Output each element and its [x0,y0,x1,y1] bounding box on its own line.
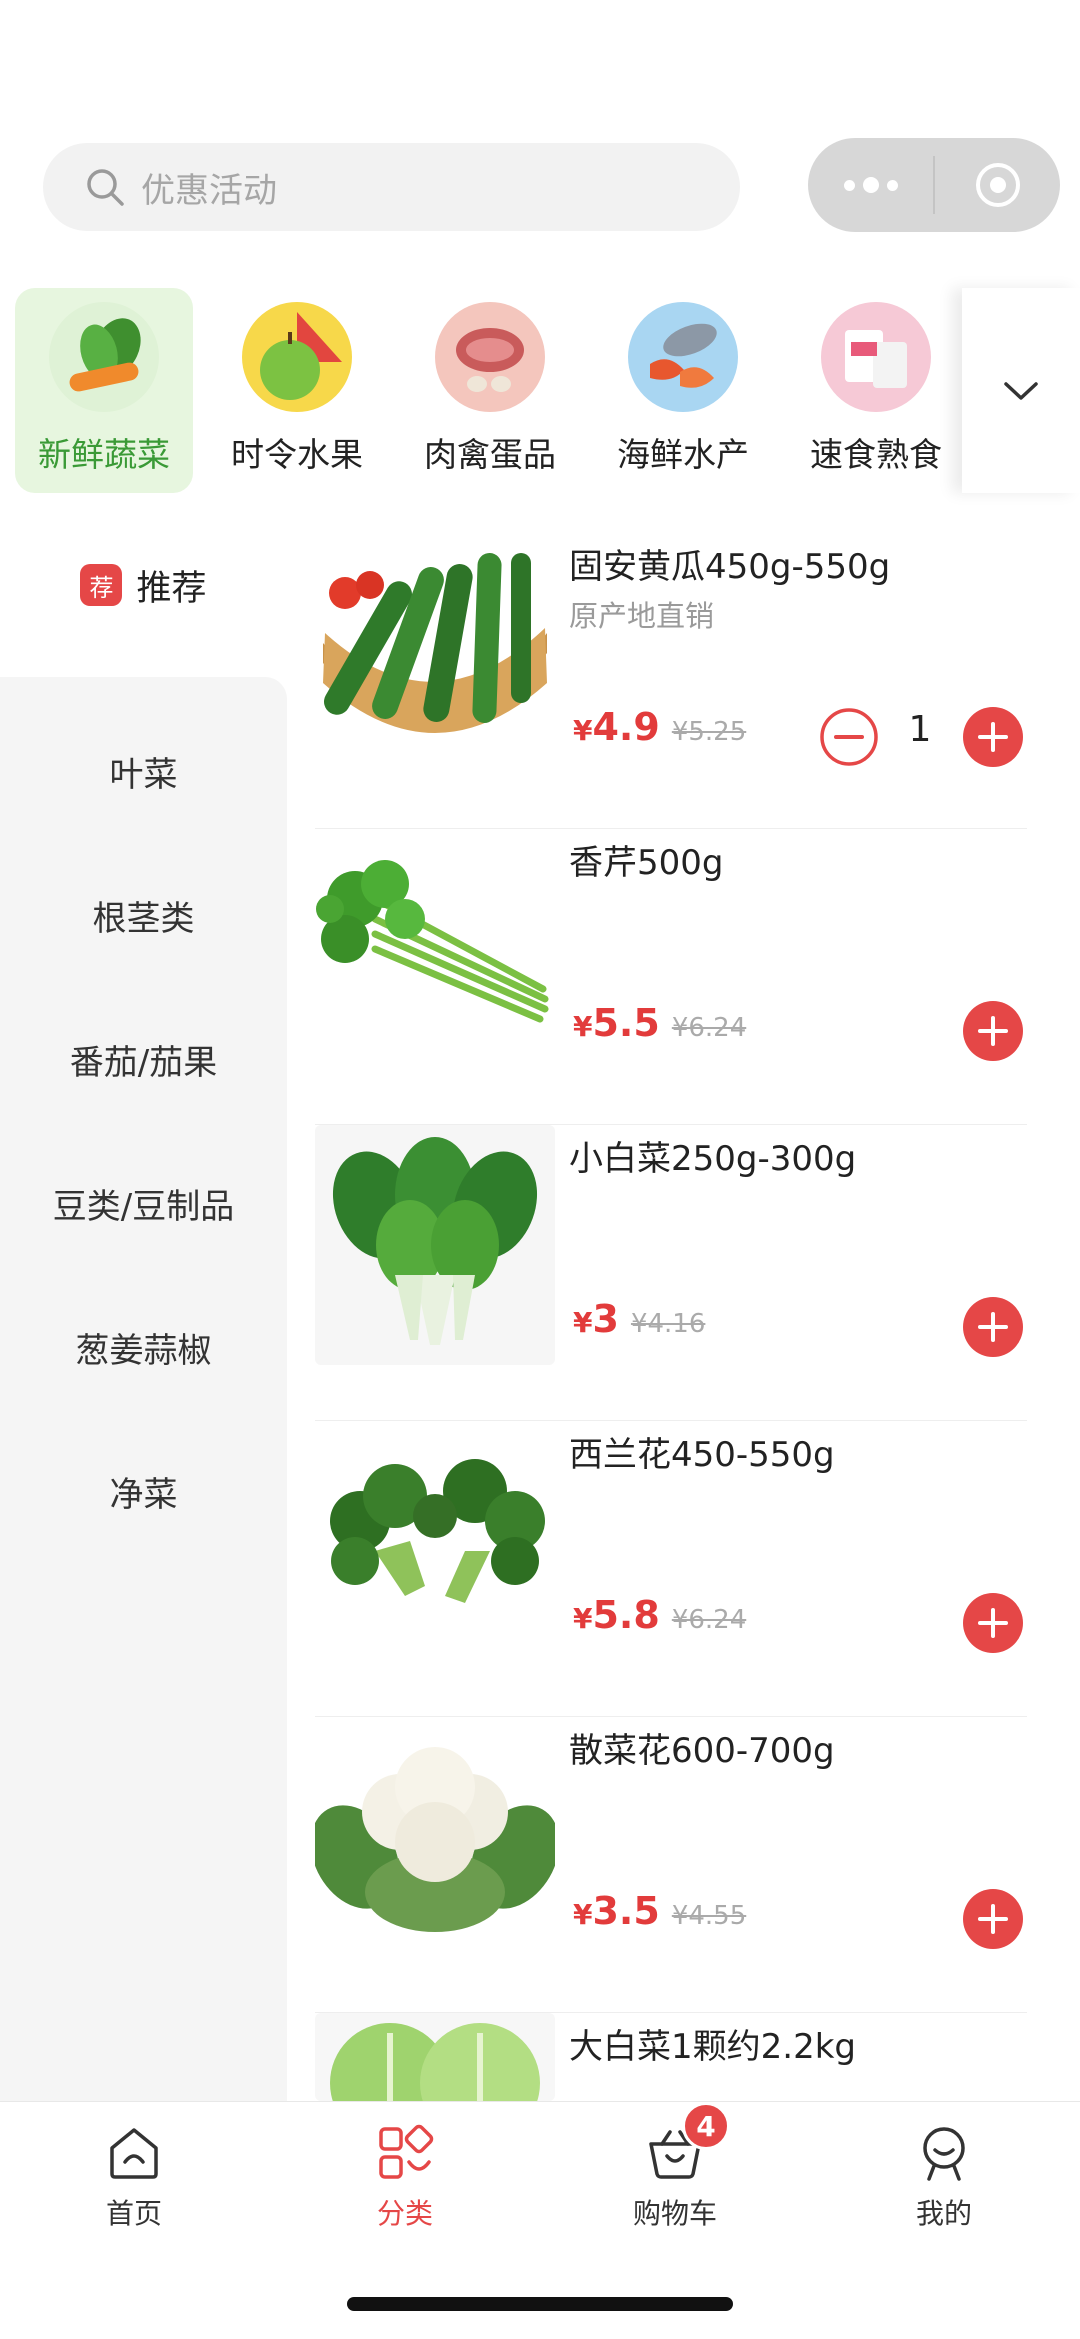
product-card[interactable]: 散菜花600-700g ¥3.5 ¥4.55 [315,1717,1027,2013]
category-label: 时令水果 [231,435,363,474]
product-price: ¥3.5 ¥4.55 [573,1889,746,1933]
search-icon [87,169,124,206]
product-name: 散菜花600-700g [569,1731,835,1771]
product-name: 大白菜1颗约2.2kg [569,2027,856,2067]
currency-symbol: ¥ [573,1898,593,1931]
ready-meals-image [821,302,931,412]
home-indicator [347,2297,733,2311]
meat-image [435,302,545,412]
product-name: 固安黄瓜450g-550g [569,547,891,587]
currency-symbol: ¥ [573,1010,593,1043]
category-label: 海鲜水产 [617,435,749,474]
original-price: ¥6.24 [671,1605,747,1635]
napa-cabbage-image [315,2013,555,2101]
currency-symbol: ¥ [573,714,593,747]
currency-symbol: ¥ [573,1602,593,1635]
category-seafood[interactable]: 海鲜水产 [594,288,772,493]
home-icon [110,2128,158,2179]
sidebar-item-recommend[interactable]: 荐 推荐 [0,493,287,677]
category-label: 肉禽蛋品 [424,435,556,474]
product-price: ¥3 ¥4.16 [573,1297,705,1341]
sidebar-list: 叶菜 根茎类 番茄/茄果 豆类/豆制品 葱姜蒜椒 净菜 [0,677,287,2101]
category-strip: 新鲜蔬菜 时令水果 肉禽蛋品 海鲜水产 速食熟食 [0,288,1080,493]
sidebar-item-tomato[interactable]: 番茄/茄果 [0,1035,287,1084]
celery-image [315,829,555,1069]
chevron-down-icon [1004,381,1038,400]
more-dots-icon [843,177,898,193]
recommend-tag: 荐 [80,564,123,606]
bok-choy-image [315,1125,555,1365]
tab-label: 分类 [376,2197,433,2230]
cauliflower-image [315,1717,555,1957]
product-card[interactable]: 小白菜250g-300g ¥3 ¥4.16 [315,1125,1027,1421]
product-name: 香芹500g [569,843,724,883]
miniprogram-capsule [808,138,1060,232]
add-to-cart-button[interactable] [963,1001,1023,1061]
add-to-cart-button[interactable] [963,1297,1023,1357]
product-price: ¥5.5 ¥6.24 [573,1001,746,1045]
category-meat-eggs[interactable]: 肉禽蛋品 [401,288,579,493]
more-button[interactable] [808,138,933,232]
search-placeholder: 优惠活动 [141,170,277,211]
product-name: 西兰花450-550g [569,1435,835,1475]
seafood-image [628,302,738,412]
category-fresh-vegetables[interactable]: 新鲜蔬菜 [15,288,193,493]
product-name: 小白菜250g-300g [569,1139,857,1179]
close-miniprogram-button[interactable] [935,138,1060,232]
add-to-cart-button[interactable] [963,1889,1023,1949]
sidebar-item-beans[interactable]: 豆类/豆制品 [0,1179,287,1228]
currency-symbol: ¥ [573,1306,593,1339]
product-card[interactable]: 香芹500g ¥5.5 ¥6.24 [315,829,1027,1125]
subcategory-sidebar: 荐 推荐 叶菜 根茎类 番茄/茄果 豆类/豆制品 葱姜蒜椒 净菜 [0,493,287,2101]
product-subtitle: 原产地直销 [569,599,715,633]
sidebar-item-leafy[interactable]: 叶菜 [0,747,287,796]
tab-profile[interactable]: 我的 [844,2124,1044,2232]
product-card[interactable]: 大白菜1颗约2.2kg [315,2013,1027,2101]
tab-label: 首页 [105,2197,162,2230]
vegetables-image [49,302,159,412]
fruits-image [242,302,352,412]
expand-categories-button[interactable] [962,288,1080,493]
original-price: ¥6.24 [671,1013,747,1043]
original-price: ¥5.25 [671,717,747,747]
target-close-icon [975,163,1020,207]
product-price: ¥5.8 ¥6.24 [573,1593,746,1637]
category-label: 速食熟食 [810,435,942,474]
broccoli-image [315,1421,555,1661]
category-ready-meals[interactable]: 速食熟食 [787,288,965,493]
tab-label: 购物车 [632,2197,717,2230]
quantity-value: 1 [908,709,932,750]
price-value: 3.5 [592,1889,660,1933]
price-value: 4.9 [592,705,660,749]
tab-label: 我的 [915,2197,972,2230]
product-card[interactable]: 固安黄瓜450g-550g 原产地直销 ¥4.9 ¥5.25 1 [315,533,1027,829]
profile-icon [923,2127,965,2181]
tab-home[interactable]: 首页 [34,2124,234,2232]
original-price: ¥4.16 [630,1309,706,1339]
sidebar-item-roots[interactable]: 根茎类 [0,891,287,940]
price-value: 5.8 [592,1593,660,1637]
tab-cart[interactable]: 4 购物车 [575,2102,775,2232]
price-value: 5.5 [592,1001,660,1045]
decrease-quantity-button[interactable] [819,707,879,767]
tab-category[interactable]: 分类 [305,2124,505,2232]
price-value: 3 [592,1297,619,1341]
cucumber-image [315,533,555,773]
search-bar[interactable]: 优惠活动 [43,143,740,231]
product-card[interactable]: 西兰花450-550g ¥5.8 ¥6.24 [315,1421,1027,1717]
sidebar-item-prepped[interactable]: 净菜 [0,1467,287,1516]
add-to-cart-button[interactable] [963,1593,1023,1653]
category-label: 新鲜蔬菜 [38,435,170,474]
add-to-cart-button[interactable] [963,707,1023,767]
cart-count-badge: 4 [682,2102,730,2150]
cart-icon-wrap: 4 [646,2102,730,2182]
category-seasonal-fruits[interactable]: 时令水果 [208,288,386,493]
product-price: ¥4.9 ¥5.25 [573,705,746,749]
category-icon [379,2124,434,2179]
sidebar-item-aromatics[interactable]: 葱姜蒜椒 [0,1323,287,1372]
original-price: ¥4.55 [671,1901,747,1931]
sidebar-item-label: 推荐 [136,568,207,609]
